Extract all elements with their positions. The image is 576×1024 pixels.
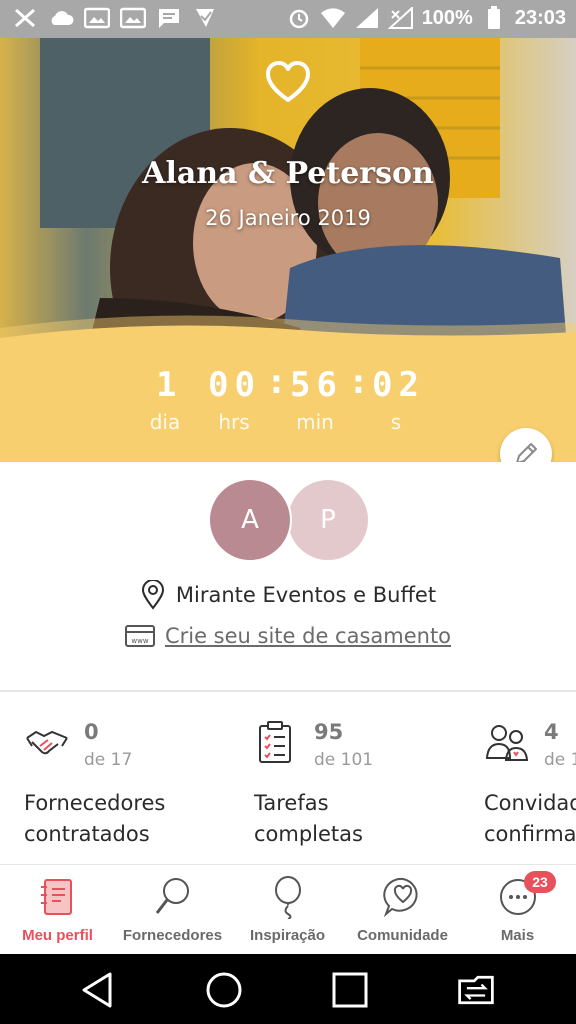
status-time: 23:03 [514,6,566,29]
tools-icon [12,6,38,30]
website-icon: www [124,625,155,647]
venue-name: Mirante Eventos e Buffet [175,583,437,607]
location-pin-icon [141,580,164,610]
countdown-days: 1 [156,365,183,405]
signal-off-icon [387,6,414,30]
countdown-days-label: dia [149,410,181,434]
stat-label: Convidad confirma [484,788,576,850]
balloon-icon [275,876,301,919]
nav-fornecedores[interactable]: Fornecedores [115,865,230,955]
photo-icon [84,6,110,30]
search-icon [155,878,189,914]
countdown-seconds: 02 [372,365,425,405]
switch-app-icon[interactable] [456,970,496,1010]
guests-icon [485,725,529,761]
nav-label: Fornecedores [122,927,223,944]
countdown: 1 00 : 56 : 02 dia hrs min s [0,38,576,462]
stat-label: Tarefas completas [254,788,363,850]
avatar[interactable]: A [208,478,292,562]
countdown-separator: : [352,363,365,401]
nav-comunidade[interactable]: Comunidade [345,865,460,955]
handshake-icon [26,730,68,755]
notification-badge: 23 [524,871,556,893]
nav-label: Inspiração [249,927,326,944]
stat-label-line: completas [254,822,363,846]
battery-percent: 100% [421,6,473,29]
nav-inspiracao[interactable]: Inspiração [230,865,345,955]
stat-label-line: Tarefas [254,791,329,815]
nav-label: Mais [500,927,535,944]
status-bar: 100% 23:03 [0,0,576,38]
stat-guests[interactable]: 4 de 1 Convidad confirma [484,692,576,864]
countdown-hours: 00 [208,365,261,405]
status-left-icons [12,6,218,30]
countdown-minutes: 56 [290,365,343,405]
stat-vendors[interactable]: 0 de 17 Fornecedores contratados [24,692,254,864]
bottom-navigation: Meu perfil Fornecedores Inspiração Comun… [0,864,576,955]
photo-icon [120,6,146,30]
heart-bubble-icon [383,877,418,918]
clipboard-icon [259,721,291,763]
nav-mais[interactable]: 23 Mais [460,865,575,955]
stat-count: 4 [544,720,559,744]
cloud-icon [48,6,74,30]
countdown-minutes-label: min [296,410,334,434]
stat-total: de 17 [84,750,133,770]
stat-total: de 101 [314,750,374,770]
pencil-icon [516,443,537,462]
create-site-link[interactable]: www Crie seu site de casamento [0,624,576,648]
profile-book-icon [41,879,72,915]
svg-text:www: www [131,637,148,645]
countdown-separator: : [270,363,283,401]
alarm-icon [286,6,312,30]
message-icon [156,6,182,30]
stats-row: 0 de 17 Fornecedores contratados 95 de 1… [0,692,576,864]
countdown-seconds-label: s [390,410,402,434]
nav-meu-perfil[interactable]: Meu perfil [0,865,115,955]
status-right-icons: 100% 23:03 [286,6,566,30]
create-site-text: Crie seu site de casamento [164,624,452,648]
stat-count: 95 [314,720,344,744]
check-icon [192,6,218,30]
home-icon[interactable] [204,970,244,1010]
stat-label-line: Convidad [484,791,576,815]
recents-icon[interactable] [330,970,370,1010]
countdown-hours-label: hrs [218,410,250,434]
wifi-icon [320,6,346,30]
hero-banner: Alana & Peterson 26 Janeiro 2019 1 00 : … [0,38,576,462]
nav-label: Meu perfil [22,927,93,944]
stat-label: Fornecedores contratados [24,788,165,850]
venue-row[interactable]: Mirante Eventos e Buffet [0,580,576,610]
stat-total: de 1 [544,750,576,770]
stat-tasks[interactable]: 95 de 101 Tarefas completas [254,692,484,864]
avatar[interactable]: P [286,478,370,562]
stat-label-line: confirma [484,822,576,846]
battery-icon [481,6,507,30]
back-icon[interactable] [78,970,118,1010]
couple-avatars[interactable]: A P [208,478,370,562]
system-navigation-bar [0,954,576,1024]
signal-icon [354,6,380,30]
stat-count: 0 [84,720,99,744]
nav-label: Comunidade [357,927,448,944]
stat-label-line: contratados [24,822,150,846]
stat-label-line: Fornecedores [24,791,166,815]
